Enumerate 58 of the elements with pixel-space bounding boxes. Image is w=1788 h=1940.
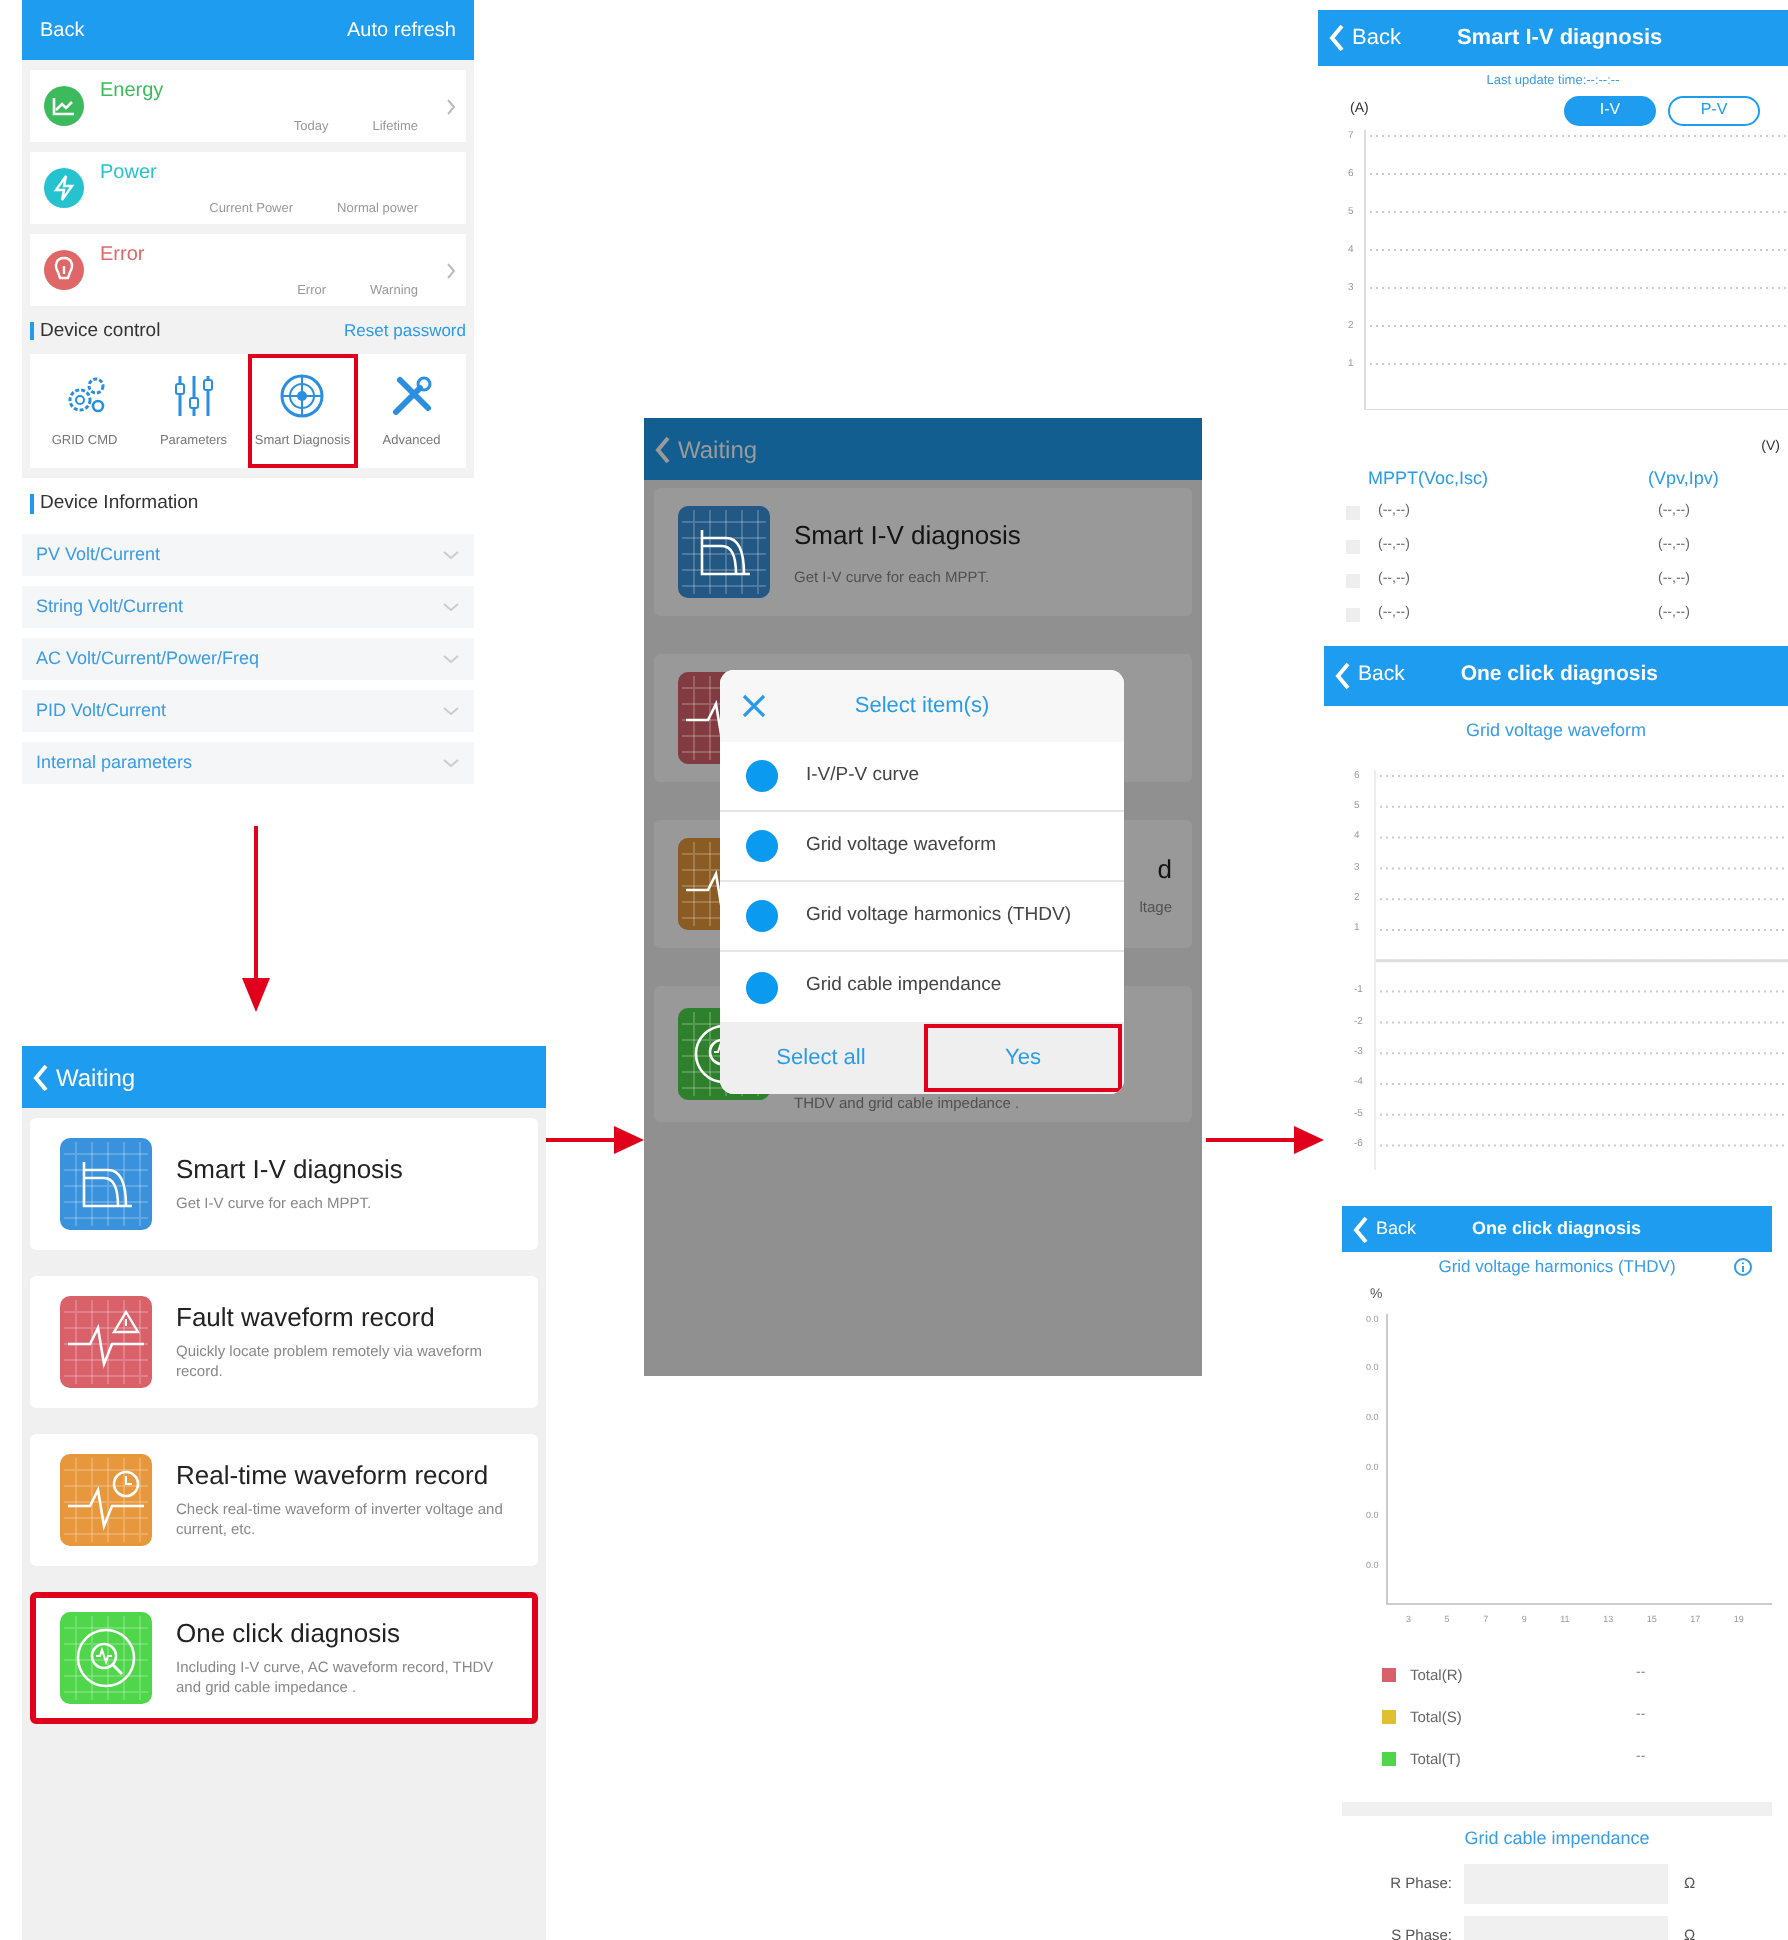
screen-title: One click diagnosis	[1460, 660, 1658, 691]
column-header: MPPT(Voc,Isc)	[1368, 465, 1491, 492]
info-icon	[1734, 1257, 1752, 1276]
screen-title: One click diagnosis	[1472, 1215, 1642, 1242]
info-row[interactable]: String Volt/Current	[22, 586, 474, 628]
card-title: d	[1157, 851, 1172, 888]
target-icon	[278, 371, 327, 420]
back-button[interactable]: Waiting	[32, 1059, 136, 1095]
chevron-down-icon	[442, 758, 460, 768]
option-label: Grid cable impendance	[806, 972, 1002, 1001]
chart-title: Grid voltage harmonics (THDV)	[1438, 1254, 1676, 1280]
card-title: Fault waveform record	[176, 1301, 437, 1335]
option-label: Grid voltage waveform	[806, 831, 997, 860]
auto-refresh-button[interactable]: Auto refresh	[347, 15, 456, 45]
section-title: Device Information	[30, 494, 199, 514]
info-row[interactable]: PV Volt/Current	[22, 534, 474, 576]
chevron-left-icon	[1334, 662, 1352, 690]
chevron-left-icon	[654, 435, 672, 463]
back-button[interactable]: Back	[1328, 21, 1401, 55]
tools-icon	[387, 371, 436, 420]
column-header: (Vpv,Ipv)	[1648, 465, 1721, 492]
flow-arrow	[1206, 1126, 1324, 1154]
section-title: Grid cable impendance	[1462, 1825, 1652, 1852]
sliders-icon	[169, 371, 218, 420]
back-button[interactable]: Back	[1352, 1215, 1417, 1243]
chart-tab[interactable]: I-V	[1564, 95, 1656, 125]
chevron-left-icon	[1328, 24, 1346, 52]
back-button[interactable]: Waiting	[654, 431, 758, 467]
card-title: One click diagnosis	[176, 1617, 402, 1651]
back-button[interactable]: Back	[1334, 660, 1405, 692]
option-label: Grid voltage harmonics (THDV)	[806, 901, 1072, 930]
card-title: Smart I-V diagnosis	[176, 1153, 403, 1187]
info-row[interactable]: Internal parameters	[22, 742, 474, 784]
dialog-button[interactable]: Yes	[924, 1024, 1122, 1092]
card-title: Error	[100, 246, 147, 267]
info-row[interactable]: AC Volt/Current/Power/Freq	[22, 638, 474, 680]
reset-password-link[interactable]: Reset password	[344, 318, 466, 344]
chevron-left-icon	[1352, 1215, 1370, 1243]
chevron-down-icon	[442, 706, 460, 716]
card-title: Smart I-V diagnosis	[794, 517, 1023, 554]
info-row[interactable]: PID Volt/Current	[22, 690, 474, 732]
dialog-title: Select item(s)	[852, 691, 992, 722]
chart-tab[interactable]: P-V	[1668, 95, 1760, 125]
chart-title: Grid voltage waveform	[1463, 718, 1649, 744]
chevron-down-icon	[442, 602, 460, 612]
card-title: Power	[100, 164, 159, 185]
card-title: Energy	[100, 82, 166, 103]
back-button[interactable]: Back	[40, 15, 85, 45]
dialog-button[interactable]: Select all	[722, 1024, 920, 1092]
option-label: I-V/P-V curve	[806, 761, 919, 790]
screen-title: Smart I-V diagnosis	[1456, 23, 1663, 54]
card-title: Real-time waveform record	[176, 1459, 491, 1493]
close-button[interactable]	[740, 692, 768, 720]
chevron-down-icon	[442, 550, 460, 560]
flow-arrow	[546, 1126, 644, 1154]
chevron-left-icon	[32, 1063, 50, 1091]
chevron-down-icon	[442, 654, 460, 664]
section-title: Device control	[30, 321, 161, 341]
